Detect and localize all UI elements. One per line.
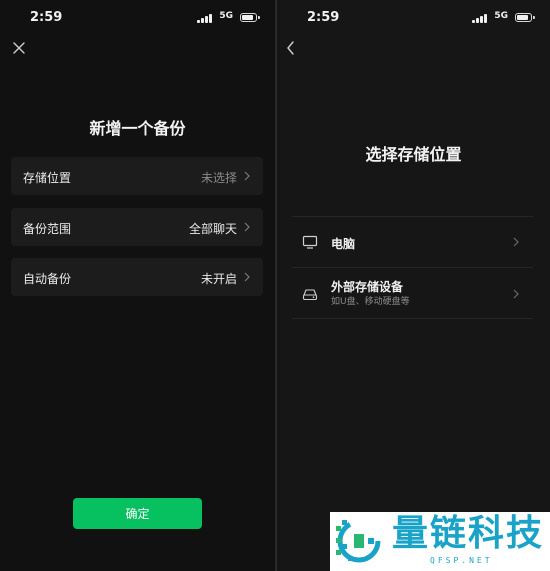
chevron-right-icon (244, 272, 250, 282)
page-title: 新增一个备份 (89, 119, 186, 138)
storage-location-screen: 2:59 5G 选择存储位置 电脑 外部存储设备 如U盘、移动硬盘等 (277, 0, 550, 571)
close-icon[interactable] (10, 39, 30, 59)
chevron-right-icon (244, 222, 250, 232)
row-label: 备份范围 (23, 222, 72, 236)
monitor-icon (302, 235, 318, 249)
battery-icon (240, 13, 257, 22)
divider (292, 318, 533, 319)
status-time: 2:59 (30, 10, 63, 25)
row-label: 自动备份 (23, 272, 72, 286)
watermark-brand: 量链科技 (392, 513, 545, 554)
network-type: 5G (219, 11, 233, 21)
battery-cap (533, 16, 535, 19)
option-sublabel: 如U盘、移动硬盘等 (331, 297, 410, 307)
storage-location-row[interactable]: 存储位置 未选择 (11, 157, 263, 195)
chevron-right-icon (244, 171, 250, 181)
signal-icon (197, 13, 212, 23)
option-label: 电脑 (331, 237, 356, 251)
option-external-storage[interactable]: 外部存储设备 如U盘、移动硬盘等 (292, 268, 533, 318)
row-value: 全部聊天 (188, 222, 237, 236)
signal-icon (472, 13, 487, 23)
option-label: 外部存储设备 (331, 280, 404, 294)
row-label: 存储位置 (23, 171, 72, 185)
network-type: 5G (494, 11, 508, 21)
watermark-url: QFSP.NET (430, 556, 493, 565)
option-computer[interactable]: 电脑 (292, 217, 533, 267)
row-value: 未选择 (200, 171, 237, 185)
backup-scope-row[interactable]: 备份范围 全部聊天 (11, 208, 263, 246)
status-bar: 2:59 5G (277, 0, 550, 36)
drive-icon (302, 289, 318, 301)
battery-cap (258, 16, 260, 19)
status-time: 2:59 (307, 10, 340, 25)
brand-logo-icon (336, 519, 381, 563)
chevron-right-icon (513, 289, 519, 299)
back-icon[interactable] (283, 39, 299, 57)
auto-backup-row[interactable]: 自动备份 未开启 (11, 258, 263, 296)
row-value: 未开启 (200, 272, 237, 286)
status-bar: 2:59 5G (0, 0, 275, 36)
chevron-right-icon (513, 237, 519, 247)
watermark: 量链科技 QFSP.NET (330, 512, 550, 571)
backup-screen: 2:59 5G 新增一个备份 存储位置 未选择 备份范围 全部聊天 自动备份 未… (0, 0, 275, 571)
confirm-button[interactable]: 确定 (73, 498, 202, 529)
page-title: 选择存储位置 (365, 145, 462, 164)
battery-icon (515, 13, 532, 22)
